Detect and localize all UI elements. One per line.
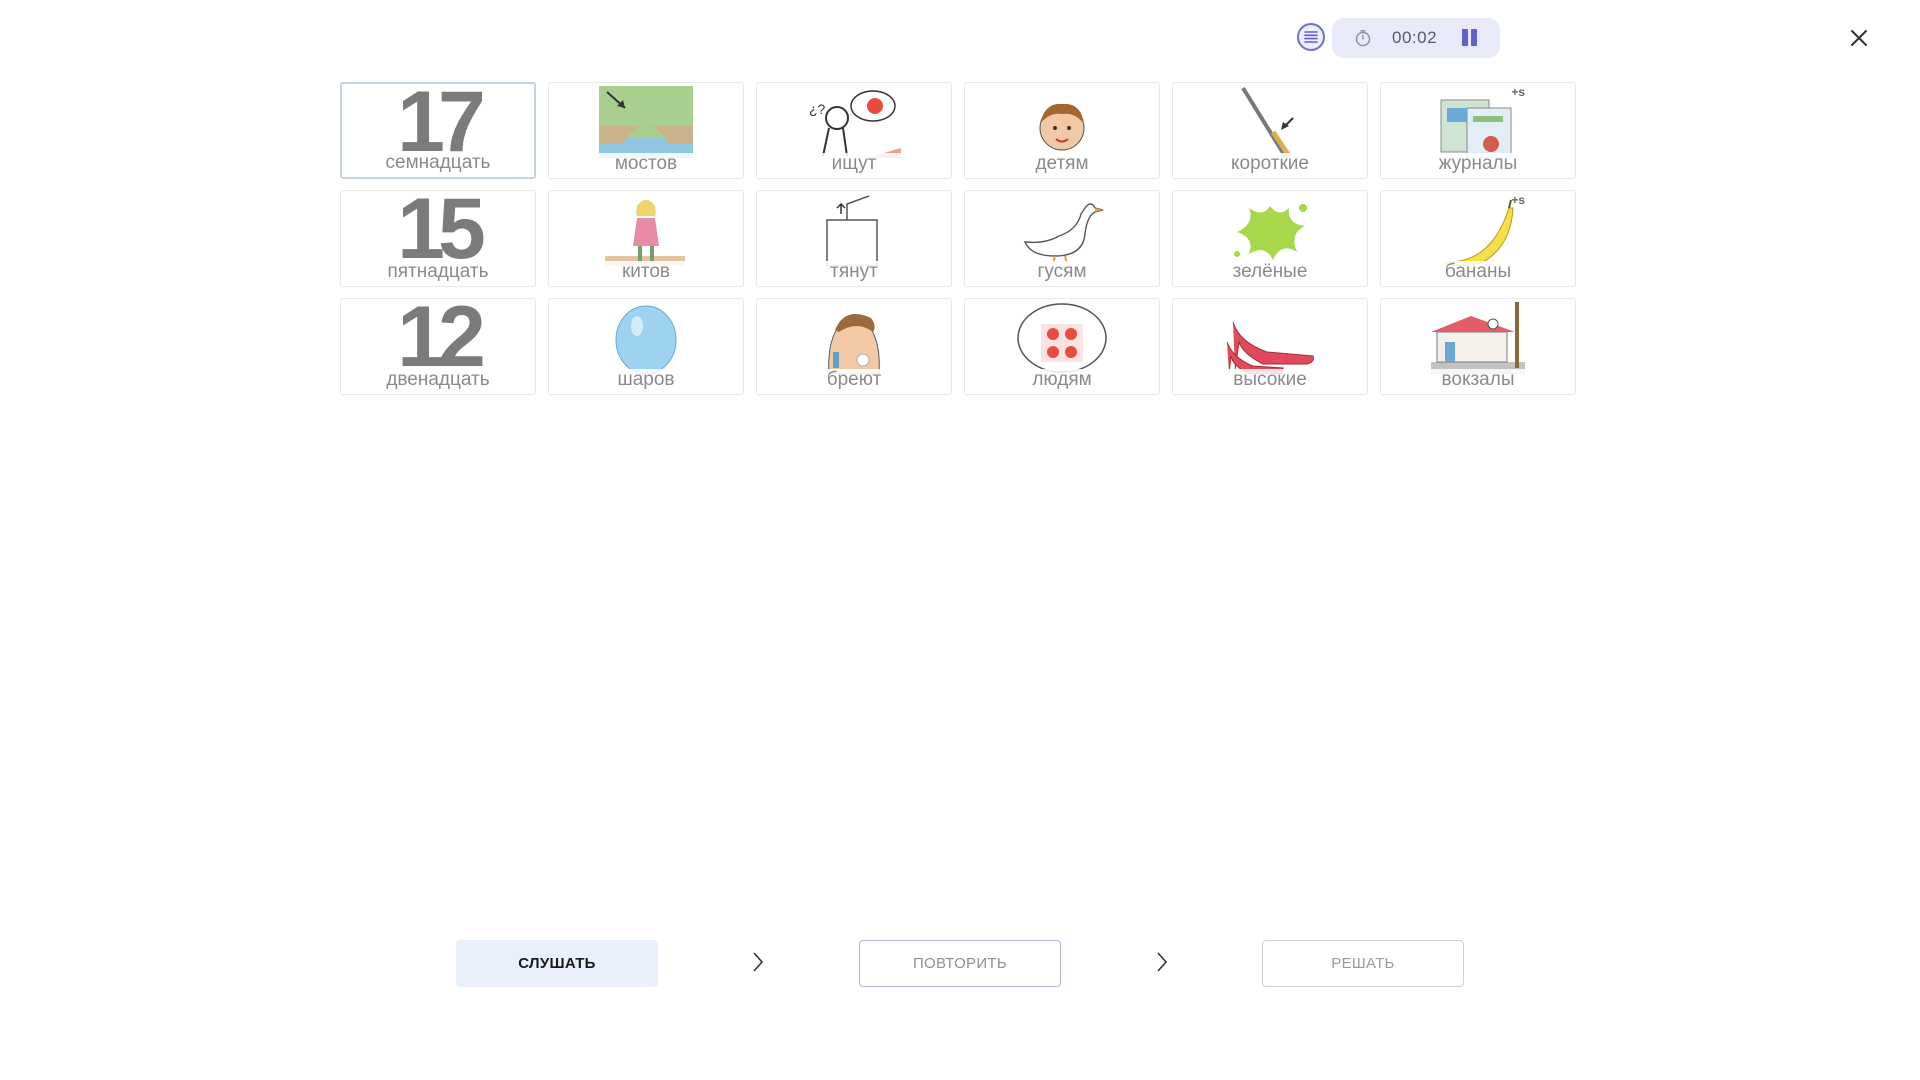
people-image	[1014, 302, 1110, 374]
word-card[interactable]: короткие	[1172, 82, 1368, 179]
goose-image	[1014, 194, 1110, 266]
word-label: ищут	[757, 153, 951, 175]
word-card[interactable]: высокие	[1172, 298, 1368, 395]
plural-badge: +s	[1511, 193, 1525, 207]
word-card[interactable]: +s журналы	[1380, 82, 1576, 179]
bridge-image	[598, 86, 694, 158]
word-label: короткие	[1173, 153, 1367, 175]
word-label: тянут	[757, 261, 951, 283]
word-label: бананы	[1381, 261, 1575, 283]
word-label: китов	[549, 261, 743, 283]
timer-value: 00:02	[1392, 28, 1438, 47]
word-label: журналы	[1381, 153, 1575, 175]
word-label: бреют	[757, 369, 951, 391]
word-label: шаров	[549, 369, 743, 391]
solve-button[interactable]: РЕШАТЬ	[1262, 940, 1464, 987]
chevron-right-icon	[753, 952, 764, 972]
repeat-button[interactable]: ПОВТОРИТЬ	[859, 940, 1061, 987]
word-label: пятнадцать	[341, 261, 535, 283]
list-icon	[1304, 31, 1318, 43]
word-label: семнадцать	[342, 152, 534, 174]
listen-button[interactable]: СЛУШАТЬ	[456, 940, 658, 987]
child-image	[1014, 86, 1110, 158]
word-label: людям	[965, 369, 1159, 391]
word-card[interactable]: людям	[964, 298, 1160, 395]
word-card[interactable]: вокзалы	[1380, 298, 1576, 395]
svg-text:¿?: ¿?	[809, 101, 826, 117]
word-card[interactable]: гусям	[964, 190, 1160, 287]
word-card[interactable]: шаров	[548, 298, 744, 395]
word-label: гусям	[965, 261, 1159, 283]
word-card[interactable]: тянут	[756, 190, 952, 287]
word-card[interactable]: +s бананы	[1380, 190, 1576, 287]
high-heels-image	[1222, 302, 1318, 374]
word-card[interactable]: ¿? ищут	[756, 82, 952, 179]
word-label: детям	[965, 153, 1159, 175]
chevron-right-icon	[1157, 952, 1168, 972]
plural-badge: +s	[1511, 85, 1525, 99]
word-card[interactable]: бреют	[756, 298, 952, 395]
stopwatch-icon	[1355, 30, 1371, 47]
word-card[interactable]: зелёные	[1172, 190, 1368, 287]
shaving-image	[806, 302, 902, 374]
word-label: вокзалы	[1381, 369, 1575, 391]
green-splash-image	[1222, 194, 1318, 266]
pencils-image	[1222, 86, 1318, 158]
word-card[interactable]: 15 пятнадцать	[340, 190, 536, 287]
search-image: ¿?	[806, 86, 902, 158]
word-card[interactable]: 17 семнадцать	[340, 82, 536, 179]
close-icon[interactable]	[1846, 25, 1872, 51]
girl-image	[598, 194, 694, 266]
word-card[interactable]: мостов	[548, 82, 744, 179]
timer-panel: 00:02	[1332, 18, 1500, 58]
pull-image	[806, 194, 902, 266]
word-label: двенадцать	[341, 369, 535, 391]
pause-icon[interactable]	[1460, 29, 1480, 47]
word-card[interactable]: китов	[548, 190, 744, 287]
word-card[interactable]: 12 двенадцать	[340, 298, 536, 395]
word-label: высокие	[1173, 369, 1367, 391]
station-image	[1430, 302, 1526, 374]
balloon-image	[598, 302, 694, 374]
list-button[interactable]	[1297, 23, 1325, 51]
word-card[interactable]: детям	[964, 82, 1160, 179]
word-label: мостов	[549, 153, 743, 175]
word-label: зелёные	[1173, 261, 1367, 283]
